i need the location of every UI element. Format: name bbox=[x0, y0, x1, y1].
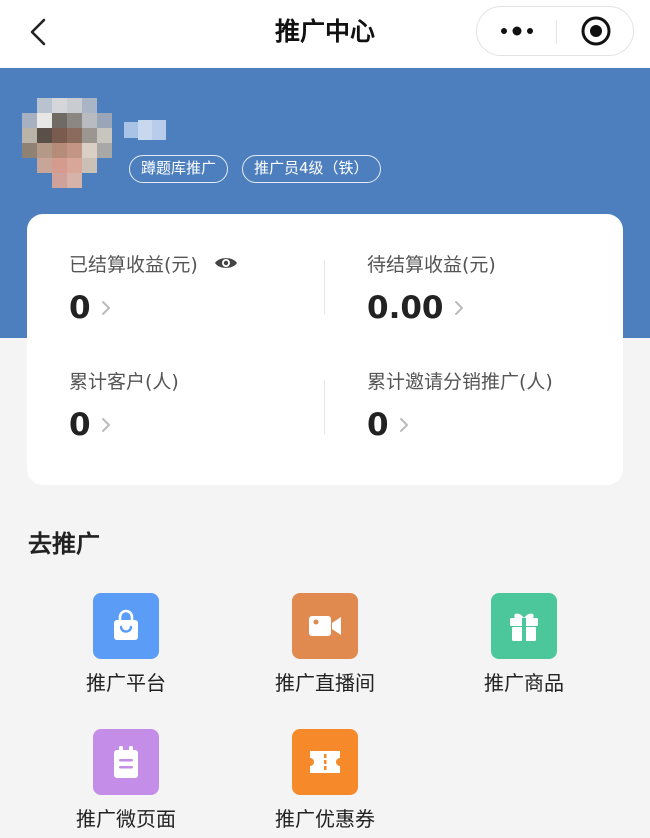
video-camera-icon bbox=[292, 593, 358, 659]
chevron-right-icon bbox=[454, 300, 464, 316]
stat-value: 0.00 bbox=[367, 290, 444, 326]
chevron-right-icon bbox=[399, 417, 409, 433]
username bbox=[124, 120, 166, 140]
stat-invited-promoters[interactable]: 累计邀请分销推广(人) 0 bbox=[367, 367, 553, 445]
username-blurred-image bbox=[124, 120, 166, 140]
coupon-icon bbox=[292, 729, 358, 795]
promote-micro-page[interactable]: 推广微页面 bbox=[26, 729, 226, 833]
promote-label: 推广优惠券 bbox=[275, 807, 375, 831]
eye-icon[interactable] bbox=[214, 255, 238, 271]
stat-pending-earnings[interactable]: 待结算收益(元) 0.00 bbox=[367, 250, 496, 328]
mini-program-capsule bbox=[476, 6, 634, 56]
promote-live-room[interactable]: 推广直播间 bbox=[225, 593, 425, 697]
clipboard-icon bbox=[93, 729, 159, 795]
more-button[interactable] bbox=[477, 7, 556, 55]
promote-label: 推广直播间 bbox=[275, 671, 375, 695]
avatar[interactable] bbox=[22, 98, 112, 190]
tag-tiku-promoter: 蹲题库推广 bbox=[129, 155, 229, 183]
promote-label: 推广平台 bbox=[86, 671, 166, 695]
stat-label: 已结算收益(元) bbox=[69, 253, 198, 276]
stat-settled-earnings[interactable]: 已结算收益(元) 0 bbox=[69, 250, 238, 328]
chevron-right-icon bbox=[101, 417, 111, 433]
stat-label: 待结算收益(元) bbox=[367, 253, 496, 276]
stat-divider bbox=[324, 260, 325, 314]
stat-label: 累计邀请分销推广(人) bbox=[367, 370, 553, 393]
promote-label: 推广商品 bbox=[484, 671, 564, 695]
nav-bar: 推广中心 bbox=[0, 0, 650, 68]
stat-divider bbox=[324, 380, 325, 434]
chevron-right-icon bbox=[101, 300, 111, 316]
promote-label: 推广微页面 bbox=[76, 807, 176, 831]
tag-promoter-level: 推广员4级（铁） bbox=[242, 155, 381, 183]
promote-coupon[interactable]: 推广优惠券 bbox=[225, 729, 425, 833]
close-button[interactable] bbox=[557, 7, 634, 55]
section-title-promote: 去推广 bbox=[28, 530, 100, 558]
stat-value: 0 bbox=[367, 407, 389, 443]
promote-product[interactable]: 推广商品 bbox=[424, 593, 624, 697]
avatar-image bbox=[22, 98, 112, 188]
earnings-card: 已结算收益(元) 0 待结算收益(元) 0.00 累计客户(人) 0 累计邀请分… bbox=[27, 214, 623, 485]
stat-value: 0 bbox=[69, 290, 91, 326]
close-target-icon bbox=[581, 16, 610, 46]
stat-label: 累计客户(人) bbox=[69, 370, 179, 393]
gift-icon bbox=[491, 593, 557, 659]
more-dots-icon bbox=[500, 26, 533, 36]
shopping-bag-icon bbox=[93, 593, 159, 659]
stat-value: 0 bbox=[69, 407, 91, 443]
stat-total-customers[interactable]: 累计客户(人) 0 bbox=[69, 367, 179, 445]
promote-platform[interactable]: 推广平台 bbox=[26, 593, 226, 697]
